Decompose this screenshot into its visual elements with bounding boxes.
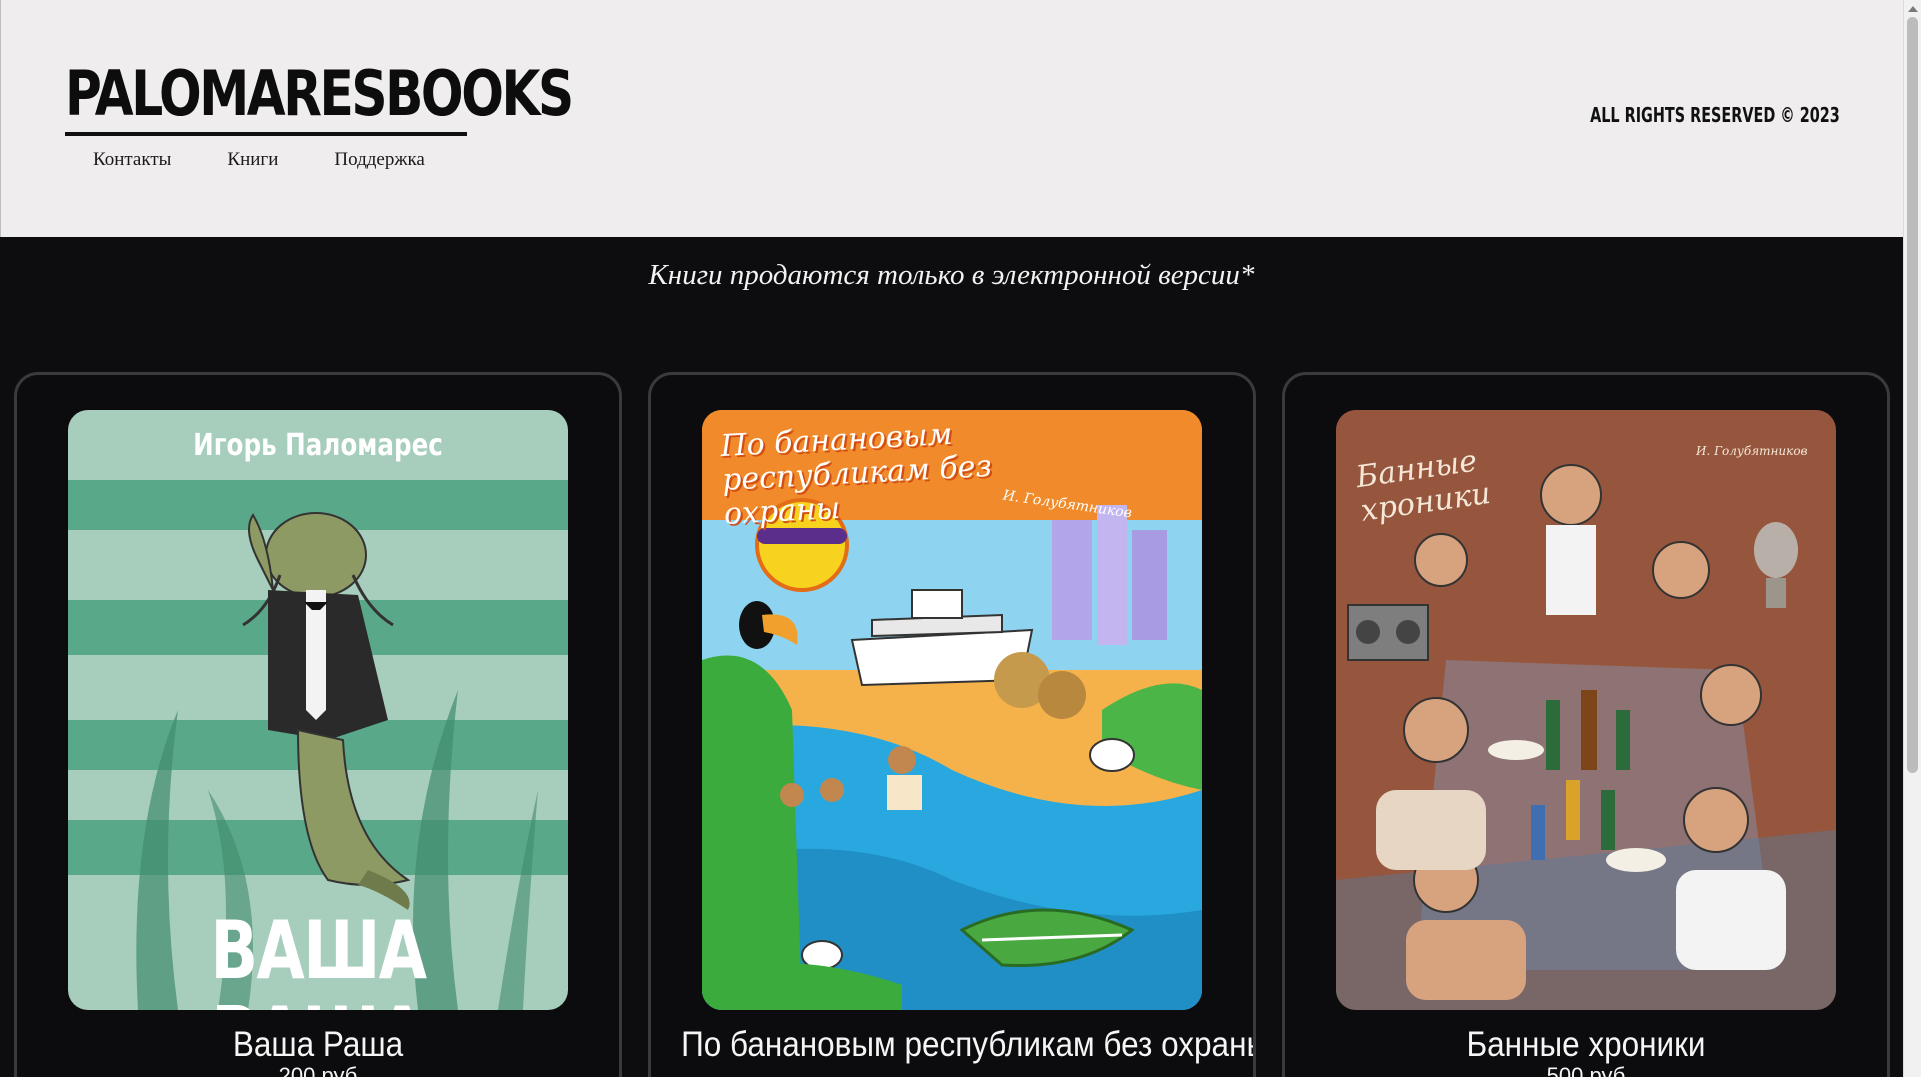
book-card[interactable]: Банные хроники И. Голубятников Банные хр… bbox=[1282, 372, 1890, 1077]
main-nav: Контакты Книги Поддержка bbox=[93, 148, 481, 172]
logo-underline bbox=[65, 132, 467, 136]
book-cover-image[interactable]: По банановым республикам без охраны И. Г… bbox=[702, 410, 1202, 1010]
site-logo[interactable]: PALOMARESBOOKS bbox=[65, 58, 574, 130]
book-cover-image[interactable]: Банные хроники И. Голубятников bbox=[1336, 410, 1836, 1010]
cover-heading-text: По банановым республикам без охраны bbox=[719, 416, 993, 532]
cover-author-text: И. Голубятников bbox=[1696, 444, 1808, 458]
nav-link-support[interactable]: Поддержка bbox=[334, 148, 424, 172]
book-cover-image[interactable]: Игорь Паломарес ВАША РАША bbox=[68, 410, 568, 1010]
book-card[interactable]: Игорь Паломарес ВАША РАША Ваша Раша 200 … bbox=[14, 372, 622, 1077]
book-price: 500 руб bbox=[1546, 1063, 1626, 1077]
nav-link-contacts[interactable]: Контакты bbox=[93, 148, 171, 172]
scroll-thumb[interactable] bbox=[1907, 17, 1918, 773]
nav-link-books[interactable]: Книги bbox=[227, 148, 278, 172]
book-card[interactable]: По банановым республикам без охраны И. Г… bbox=[648, 372, 1256, 1077]
cover-author-text: Игорь Паломарес bbox=[193, 428, 443, 463]
site-header: PALOMARESBOOKS Контакты Книги Поддержка … bbox=[0, 0, 1903, 237]
scroll-up-arrow-icon[interactable] bbox=[1908, 6, 1918, 12]
cover-title-text: ВАША РАША bbox=[210, 904, 427, 1011]
book-title[interactable]: Ваша Раша bbox=[47, 1023, 589, 1067]
copyright-text: ALL RIGHTS RESERVED © 2023 bbox=[1590, 103, 1840, 127]
book-title[interactable]: По банановым республикам без охраны bbox=[681, 1023, 1253, 1067]
book-title[interactable]: Банные хроники bbox=[1315, 1023, 1857, 1067]
electronic-only-notice: Книги продаются только в электронной вер… bbox=[648, 259, 1255, 291]
page-scrollbar[interactable] bbox=[1903, 0, 1921, 1077]
book-price: 200 руб bbox=[278, 1063, 358, 1077]
